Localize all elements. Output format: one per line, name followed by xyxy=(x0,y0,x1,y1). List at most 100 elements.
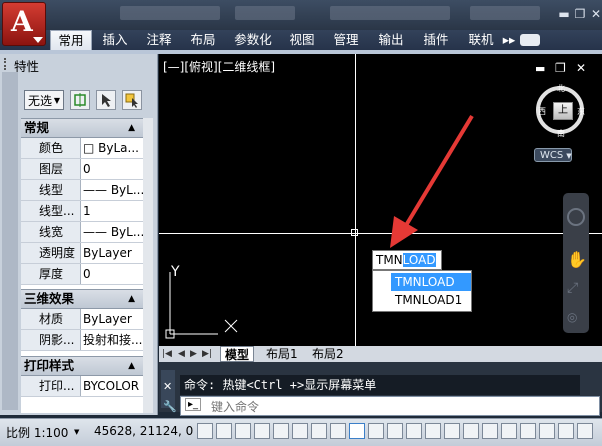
close-button[interactable]: ✕ xyxy=(588,6,602,22)
compass-north[interactable]: 北 xyxy=(557,83,565,94)
property-row[interactable]: 图层 0 xyxy=(21,159,143,180)
property-row[interactable]: 打印... BYCOLOR xyxy=(21,376,143,397)
tab-home[interactable]: 常用 xyxy=(50,30,92,51)
lineweight-icon[interactable] xyxy=(387,423,403,439)
toggle-pickadd-button[interactable] xyxy=(70,90,90,110)
tab-layout1[interactable]: 布局1 xyxy=(266,346,298,362)
tab-overflow-icon[interactable]: ▸▸ xyxy=(502,30,516,50)
property-value[interactable]: 0 xyxy=(83,264,143,284)
annotation-monitor-icon[interactable] xyxy=(463,423,479,439)
viewport-close-button[interactable]: ✕ xyxy=(576,61,586,75)
tab-online[interactable]: 联机 xyxy=(462,30,500,50)
property-value[interactable]: 投射和接... xyxy=(83,330,143,350)
property-value[interactable]: 0 xyxy=(83,159,143,179)
property-value[interactable]: BYCOLOR xyxy=(83,376,143,396)
palette-scrollbar[interactable] xyxy=(143,118,153,413)
property-value[interactable]: —— ByL... xyxy=(83,222,143,242)
tab-nav-last-icon[interactable]: ▶| xyxy=(202,346,212,362)
tab-nav-next-icon[interactable]: ▶ xyxy=(190,346,197,362)
property-value[interactable]: —— ByL... xyxy=(83,180,143,200)
transparency-icon[interactable] xyxy=(406,423,422,439)
restore-button[interactable]: ❐ xyxy=(572,6,588,22)
tab-layout[interactable]: 布局 xyxy=(184,30,222,50)
tab-layout2[interactable]: 布局2 xyxy=(312,346,344,362)
otrack-icon[interactable] xyxy=(330,423,346,439)
orbit-icon[interactable]: ◎ xyxy=(567,310,585,324)
wrench-icon[interactable]: 🔧 xyxy=(163,400,177,413)
tab-nav-first-icon[interactable]: |◀ xyxy=(162,346,172,362)
pickbox xyxy=(351,229,358,236)
chevron-down-icon[interactable]: ▼ xyxy=(74,428,79,436)
select-objects-button[interactable] xyxy=(96,90,116,110)
infer-constraints-icon[interactable] xyxy=(197,423,213,439)
property-value[interactable]: □ ByLa... xyxy=(83,138,143,158)
dynamic-input-icon[interactable] xyxy=(368,423,384,439)
workspace-icon[interactable] xyxy=(482,423,498,439)
grid-display-icon[interactable] xyxy=(235,423,251,439)
scale-dropdown[interactable]: 比例 1:100 xyxy=(6,424,68,441)
selection-cycling-icon[interactable] xyxy=(444,423,460,439)
lock-icon[interactable] xyxy=(501,423,517,439)
property-row[interactable]: 厚度 0 xyxy=(21,264,143,285)
command-input-box[interactable]: ▸_ xyxy=(180,396,600,416)
property-row[interactable]: 线宽 —— ByL... xyxy=(21,222,143,243)
ortho-mode-icon[interactable] xyxy=(254,423,270,439)
property-value[interactable]: 1 xyxy=(83,201,143,221)
ucs-dropdown[interactable]: WCS ▼ xyxy=(534,148,572,162)
property-row[interactable]: 材质 ByLayer xyxy=(21,309,143,330)
tab-nav-prev-icon[interactable]: ◀ xyxy=(178,346,185,362)
polar-tracking-icon[interactable] xyxy=(273,423,289,439)
customization-icon[interactable] xyxy=(577,423,593,439)
viewport-minimize-button[interactable]: ▬ xyxy=(535,62,545,75)
quick-select-button[interactable] xyxy=(122,90,142,110)
grip-icon[interactable] xyxy=(4,58,9,70)
tab-annotate[interactable]: 注释 xyxy=(140,30,178,50)
tab-plugins[interactable]: 插件 xyxy=(416,30,456,50)
snap-mode-icon[interactable] xyxy=(216,423,232,439)
selection-dropdown[interactable]: 无选 ▼ xyxy=(24,90,64,110)
collapse-icon: ▲ xyxy=(128,361,135,371)
viewport-label[interactable]: [—][俯视][二维线框] xyxy=(163,58,275,75)
section-3d-effects[interactable]: 三维效果 ▲ xyxy=(21,289,143,309)
section-general[interactable]: 常规 ▲ xyxy=(21,118,143,138)
dynamic-input-field[interactable]: TMNLOAD xyxy=(372,250,442,270)
app-menu-button[interactable]: A xyxy=(2,2,46,46)
autocomplete-item[interactable]: TMNLOAD1 xyxy=(391,291,471,309)
ribbon-toggle-icon[interactable] xyxy=(520,34,540,46)
compass-south[interactable]: 南 xyxy=(557,128,565,139)
hardware-acceleration-icon[interactable] xyxy=(520,423,536,439)
tab-parametric[interactable]: 参数化 xyxy=(228,30,278,50)
close-icon[interactable]: ✕ xyxy=(163,380,172,393)
steering-wheel-icon[interactable] xyxy=(567,208,585,226)
minimize-button[interactable]: ▬ xyxy=(556,6,572,22)
section-plot-style[interactable]: 打印样式 ▲ xyxy=(21,356,143,376)
quick-properties-icon[interactable] xyxy=(425,423,441,439)
property-row[interactable]: 透明度 ByLayer xyxy=(21,243,143,264)
command-prompt-icon[interactable]: ▸_ xyxy=(185,398,202,411)
property-row[interactable]: 阴影... 投射和接... xyxy=(21,330,143,351)
property-value[interactable]: ByLayer xyxy=(83,309,143,329)
zoom-extents-icon[interactable]: ⤢ xyxy=(567,280,585,298)
compass-east[interactable]: 东 xyxy=(577,106,585,117)
clean-screen-icon[interactable] xyxy=(558,423,574,439)
isolate-objects-icon[interactable] xyxy=(539,423,555,439)
compass-west[interactable]: 西 xyxy=(538,106,546,117)
palette-side-strip[interactable] xyxy=(2,72,18,410)
command-input[interactable] xyxy=(209,398,593,416)
pan-hand-icon[interactable]: ✋ xyxy=(567,250,587,269)
dynamic-ucs-icon[interactable] xyxy=(349,423,365,439)
property-row[interactable]: 线型... 1 xyxy=(21,201,143,222)
viewport-restore-button[interactable]: ❐ xyxy=(555,61,566,75)
autocomplete-item[interactable]: TMNLOAD xyxy=(391,273,471,291)
property-row[interactable]: 颜色 □ ByLa... xyxy=(21,138,143,159)
tab-insert[interactable]: 插入 xyxy=(96,30,134,50)
3d-osnap-icon[interactable] xyxy=(311,423,327,439)
viewcube-top-face[interactable]: 上 xyxy=(553,102,573,120)
object-snap-icon[interactable] xyxy=(292,423,308,439)
tab-model[interactable]: 模型 xyxy=(220,346,255,362)
tab-view[interactable]: 视图 xyxy=(284,30,320,50)
tab-output[interactable]: 输出 xyxy=(372,30,410,50)
tab-manage[interactable]: 管理 xyxy=(326,30,366,50)
property-value[interactable]: ByLayer xyxy=(83,243,143,263)
property-row[interactable]: 线型 —— ByL... xyxy=(21,180,143,201)
